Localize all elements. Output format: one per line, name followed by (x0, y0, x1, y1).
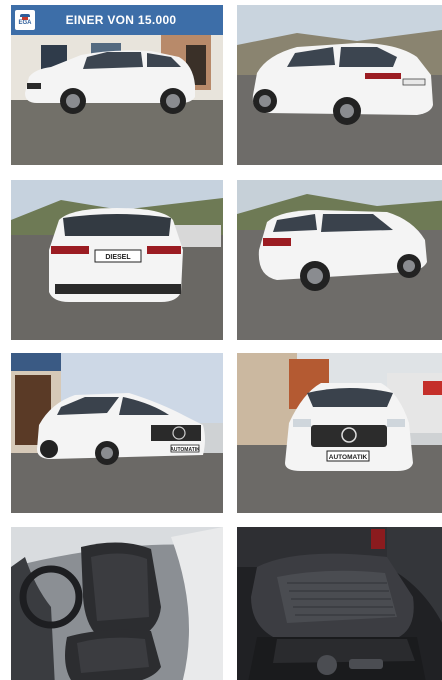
car-rear-side-photo (237, 5, 442, 165)
driver-seat-photo (11, 527, 223, 680)
gallery-photo-4[interactable] (237, 180, 442, 340)
gallery-photo-5[interactable]: AUTOMATIK (11, 353, 223, 513)
promo-banner: EGA EINER VON 15.000 (11, 5, 223, 35)
car-rear-photo: DIESEL (11, 180, 223, 340)
seat-closeup-photo (237, 527, 442, 680)
plate-automatik-2: AUTOMATIK (329, 454, 368, 461)
gallery-photo-8[interactable] (237, 527, 442, 680)
ega-logo: EGA (15, 10, 35, 30)
plate-diesel: DIESEL (105, 254, 131, 261)
car-front-photo: AUTOMATIK (237, 353, 442, 513)
car-rear-left-photo (237, 180, 442, 340)
photo-gallery: EGA EINER VON 15.000 DIESEL AUTOMATIK AU… (0, 0, 442, 680)
ega-logo-text: EGA (18, 19, 32, 26)
plate-automatik-1: AUTOMATIK (170, 447, 200, 453)
gallery-photo-2[interactable] (237, 5, 442, 165)
gallery-photo-1[interactable]: EGA EINER VON 15.000 (11, 5, 223, 165)
gallery-photo-6[interactable]: AUTOMATIK (237, 353, 442, 513)
gallery-photo-3[interactable]: DIESEL (11, 180, 223, 340)
banner-headline: EINER VON 15.000 (65, 13, 177, 27)
gallery-photo-7[interactable] (11, 527, 223, 680)
car-front-three-quarter-photo: AUTOMATIK (11, 353, 223, 513)
